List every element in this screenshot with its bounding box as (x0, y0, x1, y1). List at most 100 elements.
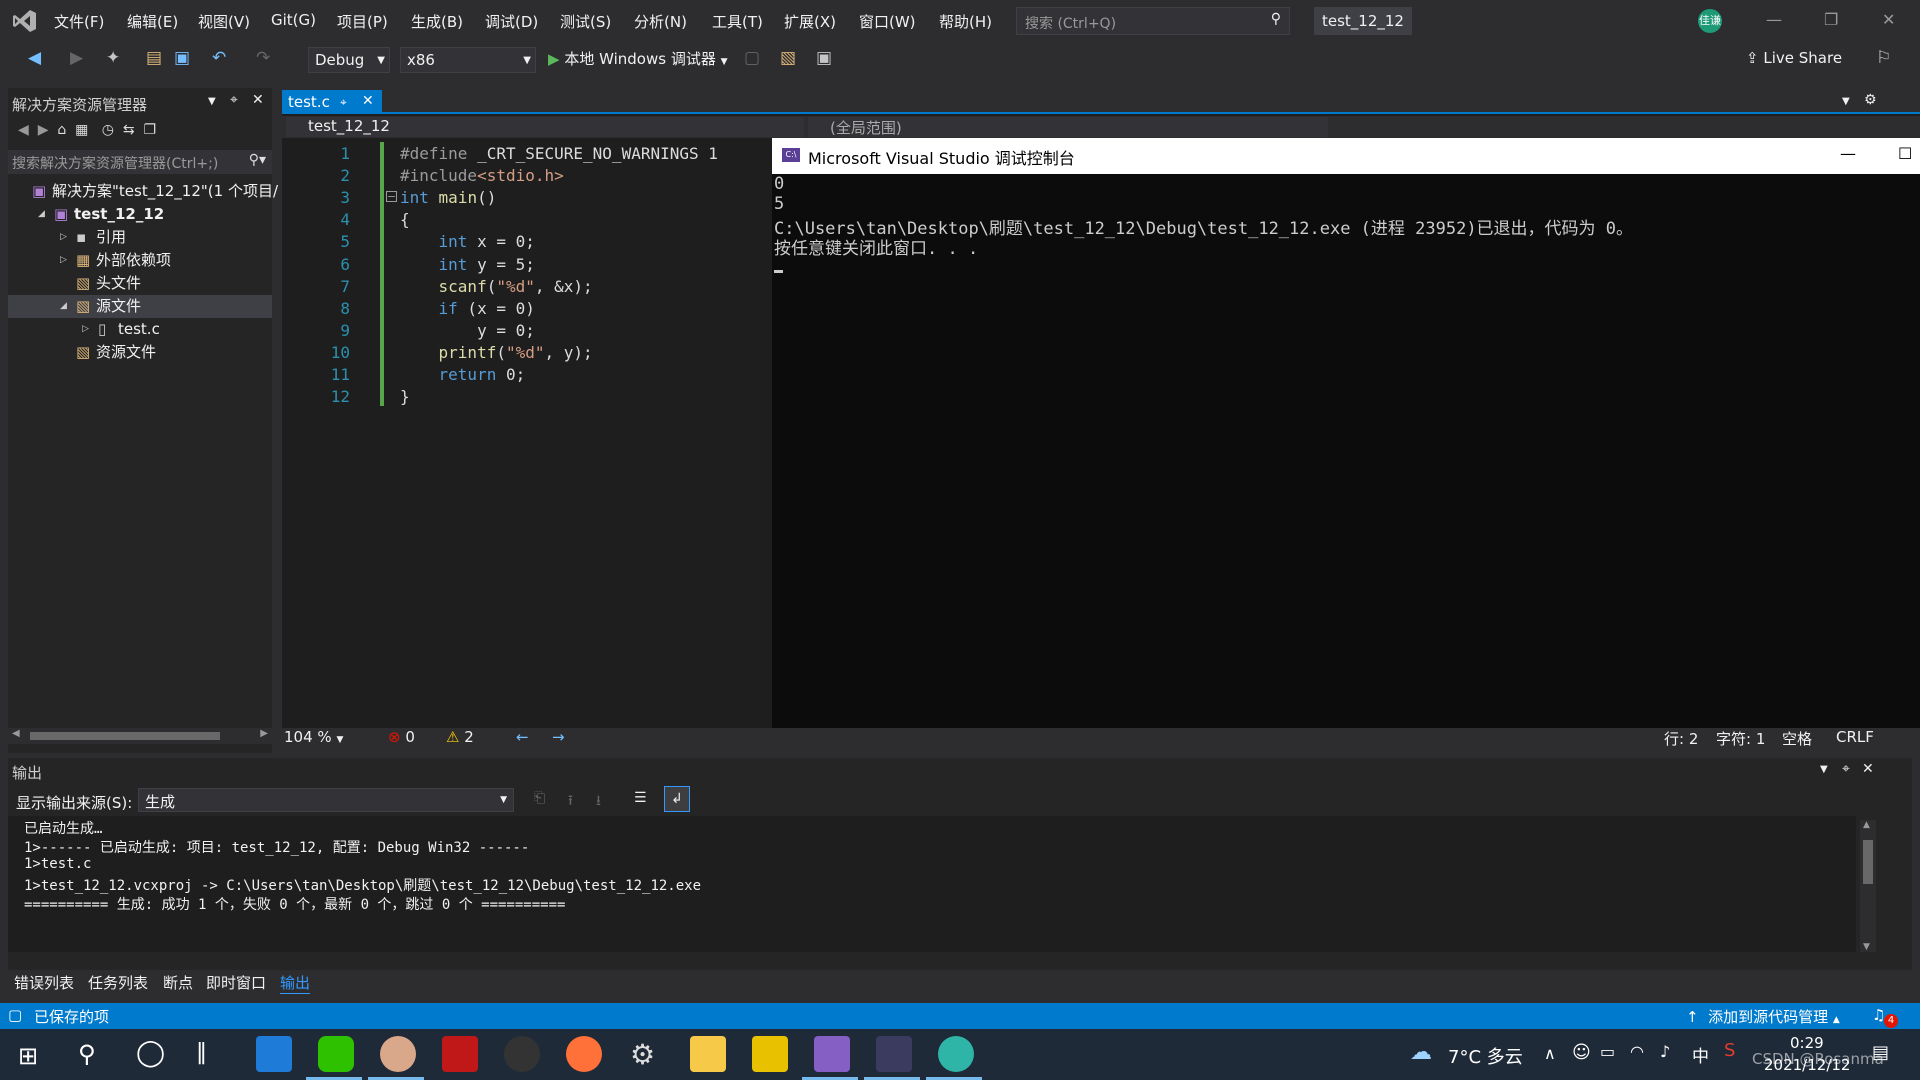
menu-item[interactable]: 分析(N) (634, 11, 687, 32)
menu-item[interactable]: 窗口(W) (859, 11, 916, 32)
forward-icon[interactable]: ▶ (38, 122, 49, 138)
chevron-down-icon[interactable]: ▼ (1820, 764, 1828, 775)
code-line[interactable]: int main() (400, 188, 496, 207)
expand-arrow-icon[interactable]: ◢ (60, 295, 67, 318)
search-icon[interactable]: ⚲ (78, 1040, 96, 1068)
history-icon[interactable]: ◷ (102, 122, 114, 138)
close-icon[interactable]: ✕ (1862, 761, 1874, 777)
tree-item[interactable]: ◢ ▧ 源文件 (8, 295, 272, 318)
avatar-app-icon[interactable] (380, 1036, 416, 1072)
expand-arrow-icon[interactable]: ▷ (60, 226, 67, 249)
char-indicator[interactable]: 字符: 1 (1716, 728, 1765, 749)
menu-item[interactable]: 视图(V) (198, 11, 250, 32)
menu-item[interactable]: 生成(B) (411, 11, 463, 32)
restore-icon[interactable]: ❐ (1824, 10, 1838, 29)
qq-icon[interactable]: ☺ (1572, 1042, 1591, 1063)
action-center-icon[interactable]: ▤ (1872, 1042, 1889, 1063)
code-line[interactable]: y = 0; (400, 321, 535, 340)
source-control-button[interactable]: ↑ 添加到源代码管理 ▲ (1686, 1006, 1840, 1027)
pin-icon[interactable]: ⌖ (1842, 761, 1850, 777)
firefox-icon[interactable] (566, 1036, 602, 1072)
menu-item[interactable]: 调试(D) (485, 11, 538, 32)
start-debug-button[interactable]: ▶ 本地 Windows 调试器 ▼ (548, 48, 728, 72)
menu-item[interactable]: 工具(T) (712, 11, 763, 32)
minimize-icon[interactable]: — (1840, 144, 1856, 163)
windows-start-icon[interactable]: ⊞ (18, 1042, 38, 1070)
expand-arrow-icon[interactable]: ▷ (82, 318, 89, 341)
config-select[interactable]: Debug ▼ (308, 47, 390, 73)
maximize-icon[interactable]: ☐ (1898, 144, 1912, 163)
edge-icon[interactable] (938, 1036, 974, 1072)
wechat-icon[interactable] (318, 1036, 354, 1072)
tree-item[interactable]: ◢ ▣ test_12_12 (8, 203, 272, 226)
scope-nav-select[interactable]: (全局范围) (808, 117, 1328, 137)
menu-item[interactable]: 扩展(X) (784, 11, 836, 32)
new-project-icon[interactable]: ✦ (106, 48, 120, 68)
menu-item[interactable]: 编辑(E) (127, 11, 178, 32)
goto-location-icon[interactable]: ⎗ (534, 790, 545, 806)
tree-item[interactable]: ▧ 头文件 (8, 272, 272, 295)
expand-arrow-icon[interactable]: ◢ (38, 203, 45, 226)
bottom-tab[interactable]: 任务列表 (88, 972, 148, 993)
clear-all-icon[interactable]: ☰ (634, 790, 647, 806)
save-all-icon[interactable]: ▣ (174, 48, 190, 68)
output-source-select[interactable]: 生成 ▼ (138, 788, 514, 812)
nav-back-icon[interactable]: ← (516, 728, 529, 746)
solution-search-input[interactable]: 搜索解决方案资源管理器(Ctrl+;) ⚲▾ (8, 150, 272, 174)
menu-item[interactable]: 文件(F) (54, 11, 104, 32)
cortana-icon[interactable]: ◯ (136, 1038, 165, 1068)
bottom-tab[interactable]: 即时窗口 (206, 972, 266, 993)
menu-item[interactable]: Git(G) (271, 11, 316, 29)
console-icon[interactable] (876, 1036, 912, 1072)
platform-select[interactable]: x86 ▼ (400, 47, 536, 73)
avatar[interactable]: 佳谦 (1698, 9, 1722, 33)
back-icon[interactable]: ◀ (18, 122, 29, 138)
wifi-icon[interactable]: ◠ (1630, 1042, 1644, 1061)
warning-count[interactable]: ⚠ 2 (446, 728, 474, 746)
pin-icon[interactable]: ⌖ (230, 92, 238, 108)
back-icon[interactable]: ◀ (28, 48, 41, 68)
app-browser-icon[interactable] (256, 1036, 292, 1072)
collapse-all-icon[interactable]: ❐ (144, 122, 157, 138)
tray-expand-icon[interactable]: ∧ (1544, 1044, 1556, 1063)
code-line[interactable]: int x = 0; (400, 232, 535, 251)
sogou-icon[interactable]: S (1724, 1040, 1735, 1061)
expand-arrow-icon[interactable]: ▷ (60, 249, 67, 272)
bottom-tab[interactable]: 断点 (163, 972, 193, 993)
redo-icon[interactable]: ↷ (256, 48, 270, 68)
pin-icon[interactable]: ⌖ (340, 95, 347, 110)
chevron-down-icon[interactable]: ▼ (1842, 96, 1850, 107)
alienware-icon[interactable] (504, 1036, 540, 1072)
tree-item[interactable]: ▷ ▯ test.c (8, 318, 272, 341)
home-icon[interactable]: ⌂ (57, 122, 66, 138)
file-explorer-icon[interactable] (690, 1036, 726, 1072)
mcafee-icon[interactable] (442, 1036, 478, 1072)
code-line[interactable]: printf("%d", y); (400, 343, 593, 362)
collapse-icon[interactable]: − (386, 191, 397, 203)
code-line[interactable]: } (400, 387, 410, 406)
nav-forward-icon[interactable]: → (552, 728, 565, 746)
menu-item[interactable]: 帮助(H) (939, 11, 992, 32)
menu-item[interactable]: 项目(P) (337, 11, 388, 32)
horizontal-scrollbar[interactable]: ◀ ▶ (8, 728, 272, 744)
code-line[interactable]: scanf("%d", &x); (400, 277, 593, 296)
weather-text[interactable]: 7°C 多云 (1448, 1043, 1523, 1069)
live-share-button[interactable]: ⇪ Live Share (1746, 49, 1842, 67)
forward-icon[interactable]: ▶ (70, 48, 83, 68)
code-line[interactable]: int y = 5; (400, 255, 535, 274)
close-icon[interactable]: ✕ (252, 92, 264, 108)
whitespace-indicator[interactable]: 空格 (1782, 728, 1812, 749)
tree-item[interactable]: ▷ ▦ 外部依赖项 (8, 249, 272, 272)
switch-view-icon[interactable]: ▦ (75, 122, 88, 138)
attach-icon[interactable]: ▢ (744, 48, 760, 68)
tree-item[interactable]: ▣ 解决方案"test_12_12"(1 个项目/ (8, 180, 278, 203)
bottom-tab[interactable]: 输出 (280, 972, 311, 994)
tree-item[interactable]: ▧ 资源文件 (8, 341, 272, 364)
word-wrap-icon[interactable]: ↲ (664, 786, 690, 812)
settings-icon[interactable]: ⚙ (630, 1038, 655, 1071)
open-folder-icon[interactable]: ▤ (146, 48, 162, 68)
gear-icon[interactable]: ⚙ (1864, 92, 1877, 108)
tab-test-c[interactable]: test.c ⌖ ✕ (282, 90, 382, 114)
code-line[interactable]: #define _CRT_SECURE_NO_WARNINGS 1 (400, 144, 718, 163)
feedback-icon[interactable]: ⚐ (1876, 48, 1891, 68)
